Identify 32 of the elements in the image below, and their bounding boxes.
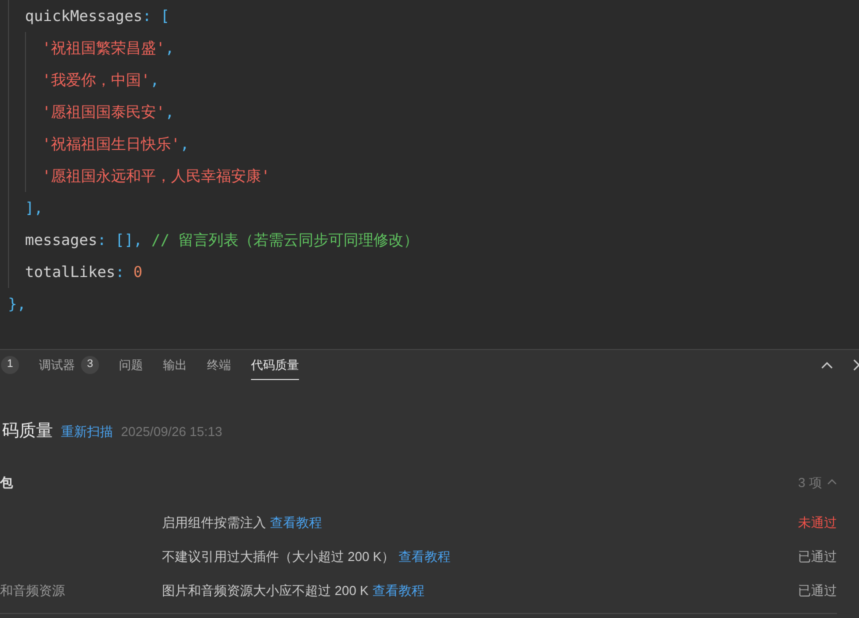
rule-description: 不建议引用过大插件（大小超过 200 K） — [162, 548, 395, 566]
panel-title: 码质量 — [2, 420, 53, 442]
code-line: totalLikes: 0 — [25, 262, 142, 283]
rule-status: 已通过 — [798, 582, 837, 600]
item-count: 3 项 — [798, 474, 822, 492]
rule-description: 图片和音频资源大小应不超过 200 K — [162, 582, 369, 600]
rule-status: 未通过 — [798, 514, 837, 532]
code-line: '愿祖国国泰民安', — [42, 102, 174, 123]
code-line: quickMessages: [ — [25, 6, 170, 27]
panel-tab[interactable]: 代码质量 — [251, 350, 299, 380]
rescan-link[interactable]: 重新扫描 — [61, 422, 113, 442]
panel-tab[interactable]: 终端 — [207, 350, 231, 380]
collapse-icon[interactable] — [821, 361, 833, 369]
code-line: '祝福祖国生日快乐', — [42, 134, 190, 155]
rule-status: 已通过 — [798, 548, 837, 566]
tutorial-link[interactable]: 查看教程 — [372, 581, 425, 601]
tutorial-link[interactable]: 查看教程 — [270, 513, 322, 533]
code-line: messages: [], // 留言列表（若需云同步可同理修改） — [25, 230, 419, 251]
code-line: ], — [25, 198, 44, 219]
chevron-icon[interactable] — [827, 479, 837, 486]
panel-tab[interactable]: 调试器 3 — [39, 350, 99, 380]
section-title: 包 — [0, 474, 13, 492]
panel-tab[interactable]: 输出 — [163, 350, 187, 380]
code-line: '愿祖国永远和平，人民幸福安康' — [42, 166, 270, 187]
tutorial-link[interactable]: 查看教程 — [398, 547, 451, 567]
code-line: '我爱你，中国', — [42, 70, 160, 91]
scan-time: 2025/09/26 15:13 — [121, 423, 222, 441]
rule-description: 启用组件按需注入 — [162, 514, 266, 532]
rule-category: 和音频资源 — [0, 583, 65, 598]
code-line: }, — [8, 294, 26, 315]
code-line: '祝祖国繁荣昌盛', — [42, 38, 174, 59]
panel-tab[interactable]: 问题 — [119, 350, 143, 380]
